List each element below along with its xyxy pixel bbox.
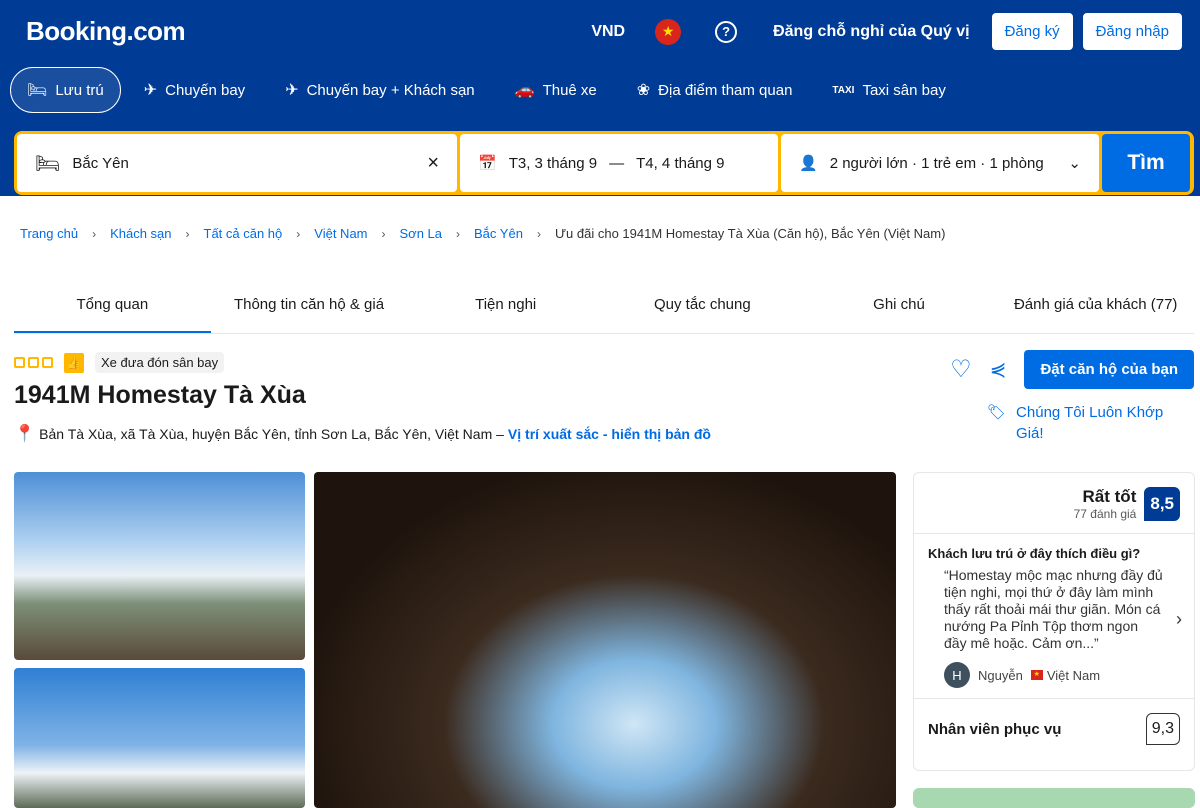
nav-flights[interactable]: ✈ Chuyến bay [127, 67, 262, 113]
nav-label: Taxi sân bay [862, 81, 946, 99]
chevron-down-icon: ⌄ [1068, 155, 1081, 172]
rating-square-icon [42, 357, 53, 368]
show-map-link[interactable]: Vị trí xuất sắc - hiển thị bản đồ [508, 426, 711, 442]
heart-icon[interactable]: ♡ [950, 355, 972, 384]
breadcrumb-link[interactable]: Việt Nam [314, 226, 367, 241]
photo-1[interactable] [14, 472, 305, 660]
nav-label: Chuyến bay + Khách sạn [306, 81, 475, 99]
rating-squares: 👍 Xe đưa đón sân bay [14, 352, 225, 373]
guests-value: 2 người lớn · 1 trẻ em · 1 phòng [829, 154, 1044, 172]
search-bar: 🛏 Bắc Yên × 📅 T3, 3 tháng 9 — T4, 4 tháng 9 👤… [14, 131, 1194, 195]
calendar-icon: 📅 [478, 155, 497, 172]
chevron-right-icon: › [92, 226, 97, 241]
login-button[interactable]: Đăng nhập [1082, 13, 1182, 50]
photo-main[interactable] [314, 472, 896, 808]
checkout-value: T4, 4 tháng 9 [636, 154, 725, 172]
review-question: Khách lưu trú ở đây thích điều gì? [928, 546, 1141, 561]
review-author: Nguyễn [978, 667, 1023, 683]
help-icon[interactable]: ? [715, 20, 738, 43]
destination-field[interactable]: 🛏 Bắc Yên × [17, 134, 457, 192]
breadcrumb-current: Ưu đãi cho 1941M Homestay Tà Xùa (Căn hộ… [554, 226, 946, 241]
tab-info-prices[interactable]: Thông tin căn hộ & giá [211, 284, 408, 333]
photo-2[interactable] [14, 668, 305, 808]
property-address: 📍 Bản Tà Xùa, xã Tà Xùa, huyện Bắc Yên, … [14, 424, 711, 444]
review-card: Rất tốt 77 đánh giá 8,5 Khách lưu trú ở … [913, 472, 1195, 771]
nav-label: Địa điểm tham quan [658, 81, 793, 99]
nav-car-rental[interactable]: 🚗 Thuê xe [498, 67, 614, 113]
tab-notes[interactable]: Ghi chú [801, 284, 998, 333]
header: Booking.com VND ★ ? Đăng chỗ nghỉ của Qu… [0, 0, 1200, 196]
date-field[interactable]: 📅 T3, 3 tháng 9 — T4, 4 tháng 9 [460, 134, 778, 192]
airport-shuttle-badge: Xe đưa đón sân bay [95, 352, 225, 373]
tab-overview[interactable]: Tổng quan [14, 284, 211, 333]
section-tabs: Tổng quan Thông tin căn hộ & giá Tiện ng… [14, 284, 1194, 334]
checkin-value: T3, 3 tháng 9 [508, 154, 598, 172]
guests-field[interactable]: 👤 2 người lớn · 1 trẻ em · 1 phòng ⌄ [781, 134, 1099, 192]
bed-icon: 🛏 [27, 82, 48, 99]
currency-button[interactable]: VND [591, 23, 625, 41]
map-pin-icon: 📍 [14, 424, 36, 443]
nav-label: Lưu trú [55, 81, 104, 99]
plane-hotel-icon: ✈ [285, 82, 299, 99]
review-score[interactable]: 8,5 [1144, 487, 1180, 521]
reserve-button[interactable]: Đặt căn hộ của bạn [1024, 350, 1194, 389]
property-title: 1941M Homestay Tà Xùa [14, 381, 306, 409]
quote-text: “Homestay mộc mạc nhưng đầy đủ tiện nghi… [944, 567, 1163, 651]
destination-value: Bắc Yên [72, 154, 129, 172]
staff-label: Nhân viên phục vụ [928, 720, 1062, 738]
thumbs-up-icon: 👍 [64, 352, 84, 373]
attractions-icon: ❀ [636, 82, 651, 99]
share-icon[interactable]: ⋞ [990, 357, 1007, 382]
vietnam-flag-icon[interactable]: ★ [655, 18, 682, 45]
review-count[interactable]: 77 đánh giá [1074, 507, 1137, 521]
breadcrumb-link[interactable]: Tất cả căn hộ [204, 226, 283, 241]
breadcrumb: Trang chủ › Khách sạn › Tất cả căn hộ › Việ… [20, 226, 945, 241]
chevron-right-icon: › [456, 226, 461, 241]
plane-icon: ✈ [143, 82, 158, 99]
breadcrumb-link[interactable]: Bắc Yên [474, 226, 523, 241]
search-button[interactable]: Tìm [1102, 134, 1190, 192]
review-label: Rất tốt [1082, 487, 1137, 506]
tag-icon: 🏷 [987, 404, 1007, 421]
clear-icon[interactable]: × [427, 152, 439, 175]
nav-flight-hotel[interactable]: ✈ Chuyến bay + Khách sạn [268, 67, 491, 113]
price-match-text: Chúng Tôi Luôn Khớp Giá! [1016, 404, 1164, 442]
chevron-right-icon: › [381, 226, 386, 241]
review-country: Việt Nam [1046, 667, 1101, 683]
nav-airport-taxi[interactable]: TAXI Taxi sân bay [815, 67, 962, 113]
price-match-link[interactable]: 🏷 Chúng Tôi Luôn Khớp Giá! [987, 402, 1187, 444]
nav-stays[interactable]: 🛏 Lưu trú [10, 67, 121, 113]
vietnam-flag-icon: ★ [1030, 670, 1043, 680]
breadcrumb-link[interactable]: Khách sạn [110, 226, 171, 241]
taxi-icon: TAXI [832, 84, 855, 96]
date-separator: — [609, 154, 625, 172]
rating-square-icon [28, 357, 39, 368]
nav-label: Chuyến bay [165, 81, 246, 99]
address-text: Bản Tà Xùa, xã Tà Xùa, huyện Bắc Yên, tỉ… [39, 426, 504, 442]
booking-logo[interactable]: Booking.com [26, 16, 186, 47]
chevron-right-icon: › [296, 226, 301, 241]
tab-facilities[interactable]: Tiện nghi [407, 284, 604, 333]
nav-attractions[interactable]: ❀ Địa điểm tham quan [620, 67, 810, 113]
rating-square-icon [14, 357, 25, 368]
person-icon: 👤 [799, 155, 818, 172]
avatar: H [944, 662, 970, 688]
chevron-right-icon: › [185, 226, 190, 241]
tab-house-rules[interactable]: Quy tắc chung [604, 284, 801, 333]
staff-score: 9,3 [1145, 713, 1180, 745]
map-preview[interactable] [913, 788, 1195, 808]
review-quote: “Homestay mộc mạc nhưng đầy đủ tiện nghi… [914, 561, 1194, 652]
chevron-right-icon: › [536, 226, 541, 241]
list-property-link[interactable]: Đăng chỗ nghỉ của Quý vị [773, 23, 969, 41]
nav-label: Thuê xe [542, 81, 597, 99]
car-icon: 🚗 [514, 82, 535, 99]
bed-icon: 🛏 [35, 152, 61, 175]
chevron-right-icon[interactable]: › [1176, 610, 1182, 628]
breadcrumb-link[interactable]: Sơn La [400, 226, 443, 241]
tab-reviews[interactable]: Đánh giá của khách (77) [997, 284, 1194, 333]
breadcrumb-link[interactable]: Trang chủ [20, 226, 78, 241]
register-button[interactable]: Đăng ký [991, 13, 1073, 50]
